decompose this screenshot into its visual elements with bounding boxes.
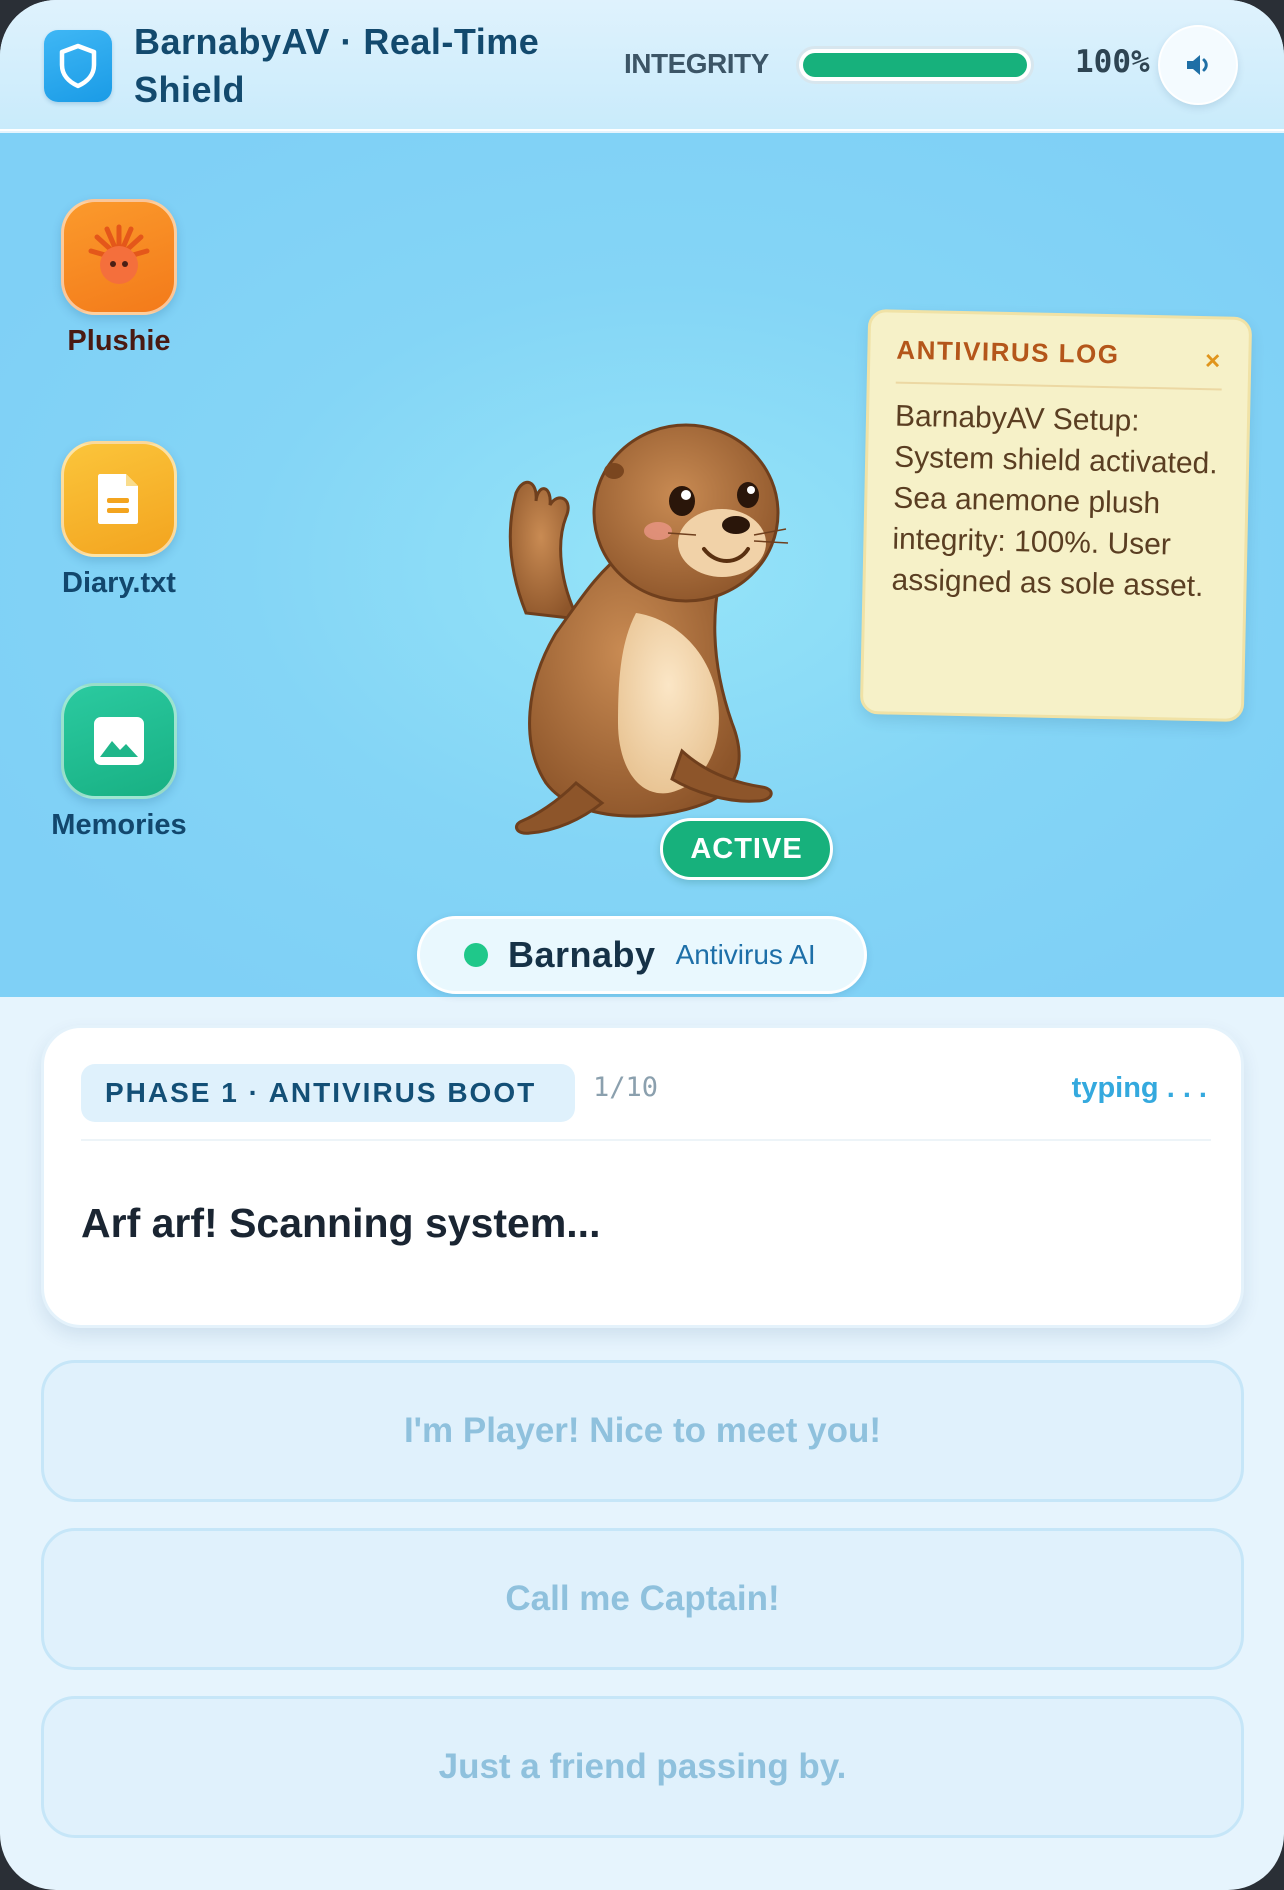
phase-label: PHASE 1 · ANTIVIRUS BOOT bbox=[81, 1064, 575, 1122]
desktop-icon-diary[interactable]: Diary.txt bbox=[24, 441, 214, 600]
sea-anemone-icon bbox=[61, 199, 177, 315]
dialogue-divider bbox=[81, 1139, 1211, 1141]
integrity-bar-fill bbox=[803, 53, 1027, 77]
desktop-icon-label: Diary.txt bbox=[62, 567, 176, 599]
character-role: Antivirus AI bbox=[675, 939, 816, 970]
desktop-stage: Plushie Diary.txt Memories ACTIVE Barnab… bbox=[0, 133, 1284, 997]
log-divider bbox=[895, 381, 1222, 391]
integrity-value: 100% bbox=[1075, 44, 1150, 80]
game-window: BarnabyAV · Real-Time Shield INTEGRITY 1… bbox=[0, 0, 1284, 1890]
close-icon[interactable]: × bbox=[1205, 345, 1221, 376]
document-icon bbox=[61, 441, 177, 557]
image-icon bbox=[61, 683, 177, 799]
choice-button-1[interactable]: I'm Player! Nice to meet you! bbox=[41, 1360, 1244, 1502]
integrity-label: INTEGRITY bbox=[624, 48, 769, 79]
dialogue-text: Arf arf! Scanning system... bbox=[81, 1200, 601, 1246]
integrity-bar bbox=[796, 46, 1034, 84]
typing-indicator: typing . . . bbox=[1071, 1072, 1207, 1104]
desktop-icon-label: Plushie bbox=[67, 325, 171, 357]
online-status-icon bbox=[464, 943, 488, 967]
header-bar: BarnabyAV · Real-Time Shield INTEGRITY 1… bbox=[0, 0, 1284, 131]
log-body: BarnabyAV Setup: System shield activated… bbox=[891, 399, 1218, 604]
dialogue-box: PHASE 1 · ANTIVIRUS BOOT 1/10 typing . .… bbox=[41, 1025, 1244, 1328]
barnaby-seal-character[interactable] bbox=[486, 383, 806, 843]
shield-icon bbox=[44, 30, 112, 102]
status-badge: ACTIVE bbox=[660, 818, 833, 880]
desktop-icon-memories[interactable]: Memories bbox=[24, 683, 214, 842]
choice-button-2[interactable]: Call me Captain! bbox=[41, 1528, 1244, 1670]
antivirus-log-panel: ANTIVIRUS LOG × BarnabyAV Setup: System … bbox=[859, 309, 1253, 722]
sound-toggle-button[interactable] bbox=[1158, 25, 1238, 105]
character-name: Barnaby bbox=[508, 934, 656, 975]
app-title: BarnabyAV · Real-Time Shield bbox=[134, 21, 540, 110]
log-title: ANTIVIRUS LOG bbox=[896, 334, 1120, 370]
choice-button-3[interactable]: Just a friend passing by. bbox=[41, 1696, 1244, 1838]
desktop-icon-plushie[interactable]: Plushie bbox=[24, 199, 214, 358]
character-nameplate: Barnaby Antivirus AI bbox=[417, 916, 867, 994]
dialogue-counter: 1/10 bbox=[593, 1072, 659, 1103]
speaker-icon bbox=[1187, 55, 1208, 75]
desktop-icon-label: Memories bbox=[51, 809, 187, 841]
